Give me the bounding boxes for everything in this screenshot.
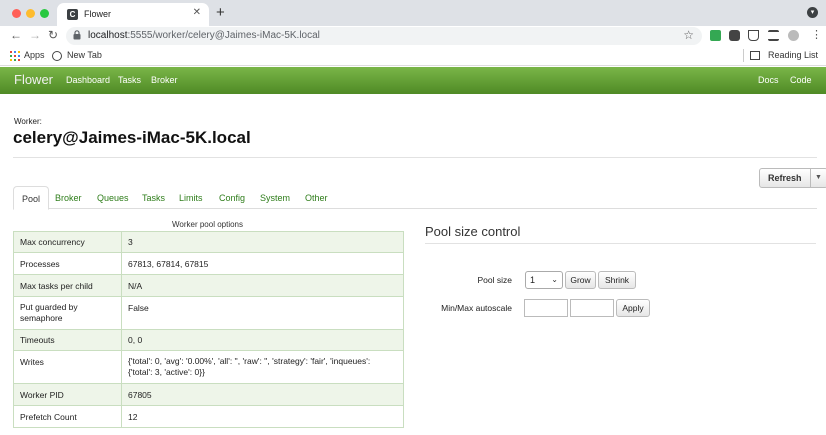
tab-favicon-icon: C <box>67 9 78 20</box>
autoscale-label: Min/Max autoscale <box>441 303 512 313</box>
tab-close-icon[interactable]: ✕ <box>193 7 201 18</box>
url-text: localhost:5555/worker/celery@Jaimes-iMac… <box>88 30 320 41</box>
reload-icon[interactable]: ↻ <box>48 28 58 42</box>
reading-list-icon <box>750 51 760 60</box>
pool-size-select[interactable]: 1 ⌄ <box>525 271 563 289</box>
lock-icon <box>73 30 81 40</box>
row-value: False <box>121 296 404 330</box>
nav-docs[interactable]: Docs <box>758 75 779 85</box>
new-tab-icon[interactable]: + <box>216 4 225 21</box>
forward-icon[interactable]: → <box>29 28 41 42</box>
table-row: Worker PID 67805 <box>13 383 404 406</box>
row-value: 67813, 67814, 67815 <box>121 252 404 275</box>
bookmarks-bar: Apps New Tab Reading List <box>0 46 826 66</box>
tab-title: Flower <box>84 9 112 19</box>
table-row: Put guarded by semaphore False <box>13 296 404 330</box>
address-bar[interactable]: localhost:5555/worker/celery@Jaimes-iMac… <box>66 27 702 45</box>
chevron-down-icon: ⌄ <box>551 275 558 284</box>
row-key: Worker PID <box>13 383 122 406</box>
table-row: Timeouts 0, 0 <box>13 329 404 351</box>
max-autoscale-input[interactable] <box>570 299 614 317</box>
tab-broker[interactable]: Broker <box>47 186 90 209</box>
flask-icon[interactable] <box>748 30 759 41</box>
row-value: {'total': 0, 'avg': '0.00%', 'all': '', … <box>121 350 404 384</box>
table-row: Max tasks per child N/A <box>13 274 404 297</box>
tab-other[interactable]: Other <box>297 186 336 209</box>
puzzle-icon[interactable] <box>729 30 740 41</box>
row-value: 67805 <box>121 383 404 406</box>
row-value: 0, 0 <box>121 329 404 351</box>
maximize-window-button[interactable] <box>40 9 49 18</box>
row-key: Prefetch Count <box>13 405 122 428</box>
pool-control-title: Pool size control <box>425 224 521 239</box>
tab-system[interactable]: System <box>252 186 298 209</box>
apps-icon <box>10 51 20 61</box>
row-value: 12 <box>121 405 404 428</box>
chevron-down-icon[interactable]: ▼ <box>810 168 826 188</box>
tab-limits[interactable]: Limits <box>171 186 211 209</box>
reading-list-button[interactable]: Reading List <box>768 50 818 60</box>
page-title: celery@Jaimes-iMac-5K.local <box>13 128 251 147</box>
table-row: Prefetch Count 12 <box>13 405 404 428</box>
close-window-button[interactable] <box>12 9 21 18</box>
table-row: Max concurrency 3 <box>13 231 404 253</box>
brand-logo[interactable]: Flower <box>14 72 53 87</box>
row-key: Put guarded by semaphore <box>13 296 122 330</box>
refresh-button[interactable]: Refresh <box>759 168 811 188</box>
tab-queues[interactable]: Queues <box>89 186 137 209</box>
menu-icon[interactable]: ⋮ <box>811 28 822 41</box>
worker-label: Worker: <box>14 117 42 126</box>
star-icon[interactable]: ☆ <box>683 28 694 42</box>
pool-size-value: 1 <box>530 275 536 285</box>
bookmarks-divider <box>743 49 744 62</box>
row-key: Processes <box>13 252 122 275</box>
divider <box>425 243 816 244</box>
media-icon[interactable] <box>768 30 779 41</box>
browser-toolbar: ← → ↻ localhost:5555/worker/celery@Jaime… <box>0 26 826 46</box>
tab-config[interactable]: Config <box>211 186 253 209</box>
table-row: Writes {'total': 0, 'avg': '0.00%', 'all… <box>13 350 404 384</box>
worker-tabs: Pool Broker Queues Tasks Limits Config S… <box>13 186 817 210</box>
table-row: Processes 67813, 67814, 67815 <box>13 252 404 275</box>
row-key: Max tasks per child <box>13 274 122 297</box>
bookmark-apps[interactable]: Apps <box>24 50 45 60</box>
row-key: Timeouts <box>13 329 122 351</box>
row-value: N/A <box>121 274 404 297</box>
profile-icon[interactable] <box>788 30 799 41</box>
min-autoscale-input[interactable] <box>524 299 568 317</box>
row-value: 3 <box>121 231 404 253</box>
tab-pool[interactable]: Pool <box>13 186 50 210</box>
nav-code[interactable]: Code <box>790 75 812 85</box>
tab-tasks[interactable]: Tasks <box>134 186 173 209</box>
app-navbar: Flower Dashboard Tasks Broker Docs Code <box>0 67 826 94</box>
browser-tab[interactable]: C Flower ✕ <box>57 3 209 26</box>
shrink-button[interactable]: Shrink <box>598 271 636 289</box>
refresh-button-group: Refresh ▼ <box>759 168 826 188</box>
pool-options-table: Max concurrency 3 Processes 67813, 67814… <box>13 231 404 428</box>
bookmark-new-tab[interactable]: New Tab <box>67 50 102 60</box>
pool-size-label: Pool size <box>477 275 513 285</box>
grow-button[interactable]: Grow <box>565 271 596 289</box>
nav-broker[interactable]: Broker <box>151 75 178 85</box>
back-icon[interactable]: ← <box>10 28 22 42</box>
divider <box>13 157 817 158</box>
nav-dashboard[interactable]: Dashboard <box>66 75 110 85</box>
browser-tabstrip: C Flower ✕ + ▾ <box>0 0 826 26</box>
row-key: Max concurrency <box>13 231 122 253</box>
nav-tasks[interactable]: Tasks <box>118 75 141 85</box>
apply-button[interactable]: Apply <box>616 299 650 317</box>
globe-icon <box>52 51 62 61</box>
tab-search-icon[interactable]: ▾ <box>807 7 818 18</box>
row-key: Writes <box>13 350 122 384</box>
table-caption: Worker pool options <box>172 220 243 229</box>
minimize-window-button[interactable] <box>26 9 35 18</box>
extension-icon[interactable] <box>710 30 721 41</box>
